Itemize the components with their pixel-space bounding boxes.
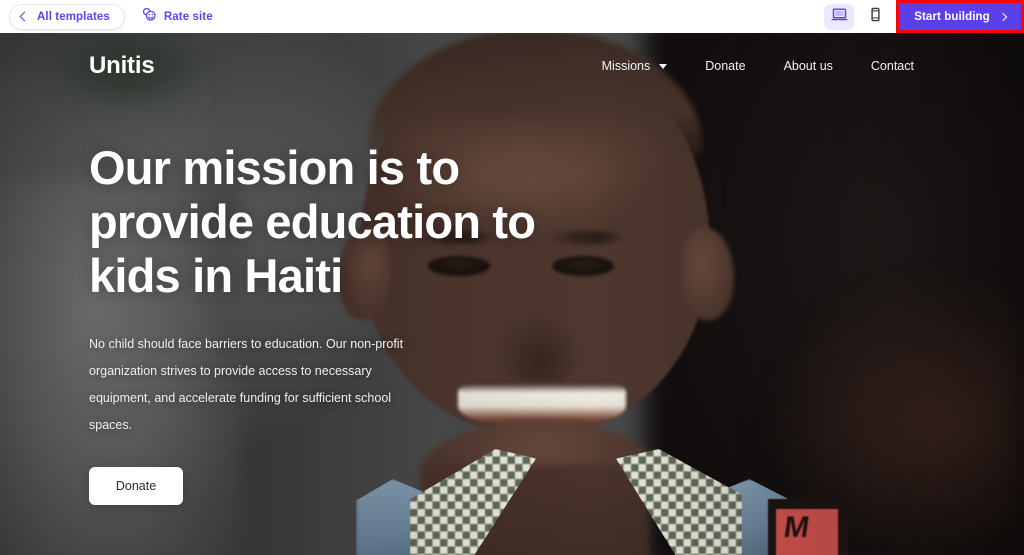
nav-item-missions-label: Missions bbox=[601, 59, 651, 73]
site-nav-links: Missions Donate About us Contact bbox=[602, 59, 914, 73]
caret-down-icon bbox=[659, 63, 668, 69]
hero-content: Our mission is to provide education to k… bbox=[89, 141, 609, 505]
editor-bar-left-group: All templates Rate site bbox=[0, 3, 213, 30]
rate-site-label: Rate site bbox=[163, 10, 213, 23]
nav-item-donate-label: Donate bbox=[705, 59, 746, 73]
nav-item-about-us[interactable]: About us bbox=[784, 59, 833, 73]
hero-subcopy: No child should face barriers to educati… bbox=[89, 337, 404, 432]
website-preview-canvas: M Unitis Missions Donate About us Contac… bbox=[0, 33, 1024, 555]
nav-item-donate[interactable]: Donate bbox=[705, 59, 745, 73]
hero-donate-button[interactable]: Donate bbox=[89, 467, 183, 505]
hero-headline: Our mission is to provide education to k… bbox=[89, 141, 536, 302]
start-building-highlight: Start building bbox=[896, 0, 1024, 33]
nav-item-contact-label: Contact bbox=[870, 59, 914, 73]
start-building-label: Start building bbox=[914, 10, 990, 23]
nav-item-missions[interactable]: Missions bbox=[602, 59, 668, 73]
rate-site-button[interactable]: Rate site bbox=[141, 6, 213, 27]
desktop-view-toggle[interactable] bbox=[824, 3, 854, 30]
mobile-phone-icon bbox=[867, 6, 884, 28]
chevron-right-icon bbox=[998, 12, 1007, 21]
site-logo[interactable]: Unitis bbox=[89, 52, 155, 80]
start-building-button[interactable]: Start building bbox=[899, 3, 1021, 30]
chevron-left-icon bbox=[19, 11, 30, 22]
nav-item-contact[interactable]: Contact bbox=[871, 59, 914, 73]
mobile-view-toggle[interactable] bbox=[860, 4, 890, 30]
desktop-monitor-icon bbox=[831, 6, 848, 28]
nav-item-about-us-label: About us bbox=[783, 59, 833, 73]
editor-top-bar: All templates Rate site Start building bbox=[0, 0, 1024, 33]
all-templates-button[interactable]: All templates bbox=[9, 3, 125, 30]
site-navigation-bar: Unitis Missions Donate About us Contact bbox=[0, 33, 1024, 99]
smiley-feedback-icon bbox=[141, 6, 157, 27]
all-templates-label: All templates bbox=[37, 10, 110, 23]
editor-bar-right-group: Start building bbox=[824, 0, 1024, 33]
